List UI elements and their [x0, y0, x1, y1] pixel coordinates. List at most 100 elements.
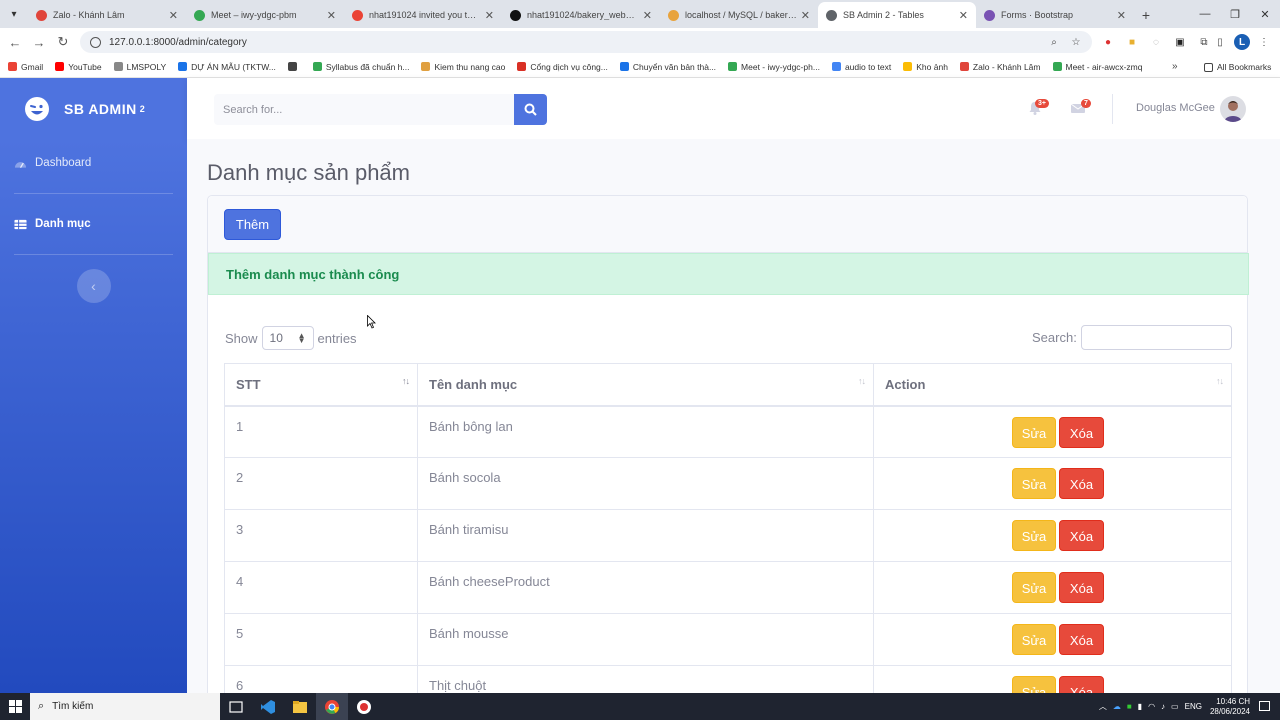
bookmark-item[interactable]: Zalo - Khánh Lâm	[959, 62, 1041, 72]
browser-tab[interactable]: Forms · Bootstrap ✕	[976, 2, 1134, 28]
column-header-name[interactable]: Tên danh mục ↑↓	[417, 363, 874, 407]
cell-stt: 1	[224, 405, 418, 458]
taskbar-search[interactable]: ⌕ Tìm kiếm	[30, 693, 220, 720]
clock[interactable]: 10:46 CH 28/06/2024	[1210, 697, 1250, 717]
tab-favicon-icon	[668, 9, 679, 21]
tab-close-icon[interactable]: ✕	[1117, 9, 1126, 22]
extension-icon[interactable]: ◌	[1148, 34, 1164, 50]
avatar[interactable]	[1220, 96, 1246, 122]
sidebar-item-dashboard[interactable]: Dashboard	[0, 141, 187, 185]
volume-icon[interactable]: ♪	[1161, 702, 1165, 711]
extension-icon[interactable]: ▣	[1172, 34, 1188, 50]
chrome-icon[interactable]	[316, 693, 348, 720]
bookmark-item[interactable]: YouTube	[55, 62, 102, 72]
tab-search-icon[interactable]: ▾	[0, 0, 28, 28]
cell-category-name: Bánh bông lan	[417, 405, 874, 458]
tab-close-icon[interactable]: ✕	[801, 9, 810, 22]
maximize-icon[interactable]: ❐	[1220, 0, 1250, 28]
back-icon[interactable]: ←	[3, 30, 27, 54]
edit-button[interactable]: Sửa	[1012, 624, 1056, 655]
forward-icon[interactable]: →	[27, 30, 51, 54]
windows-taskbar: ⌕ Tìm kiếm ︿ ☁ ■ ▮ ◠ ♪ ▭ ENG 10:46 CH 28…	[0, 693, 1280, 720]
extensions-puzzle-icon[interactable]: ⧉	[1196, 34, 1212, 50]
browser-menu-icon[interactable]: ⋮	[1256, 34, 1272, 50]
bookmark-item[interactable]: Chuyển văn bản thà...	[619, 61, 717, 72]
tab-close-icon[interactable]: ✕	[643, 9, 652, 22]
user-name[interactable]: Douglas McGee	[1136, 102, 1215, 114]
tray-app-icon[interactable]: ■	[1127, 702, 1132, 711]
column-header-stt[interactable]: STT ↑↓	[224, 363, 418, 407]
delete-button[interactable]: Xóa	[1059, 572, 1104, 603]
tab-close-icon[interactable]: ✕	[959, 9, 968, 22]
bookmark-item[interactable]: Meet - air-awcx-zmq	[1052, 62, 1142, 72]
tray-cloud-icon[interactable]: ☁	[1113, 702, 1121, 711]
window-close-icon[interactable]: ✕	[1250, 0, 1280, 28]
site-info-icon[interactable]	[90, 36, 101, 48]
edit-button[interactable]: Sửa	[1012, 468, 1056, 499]
browser-tab[interactable]: nhat191024/bakery_website ✕	[502, 2, 660, 28]
bookmark-item[interactable]: DỰ ÁN MẪU (TKTW...	[178, 62, 276, 72]
task-view-icon[interactable]	[220, 693, 252, 720]
all-bookmarks[interactable]: All Bookmarks	[1204, 62, 1271, 72]
profile-avatar-icon[interactable]: L	[1234, 34, 1250, 50]
file-explorer-icon[interactable]	[284, 693, 316, 720]
bookmark-item[interactable]: Kiem thu nang cao	[421, 62, 505, 72]
bookmark-item[interactable]: Meet - iwy-ydgc-ph...	[728, 62, 820, 72]
bookmark-item[interactable]: audio to text	[831, 62, 891, 72]
extension-icon[interactable]: ■	[1124, 34, 1140, 50]
delete-button[interactable]: Xóa	[1059, 520, 1104, 551]
language-indicator[interactable]: ENG	[1185, 702, 1202, 711]
browser-tab[interactable]: localhost / MySQL / bakery / ca ✕	[660, 2, 818, 28]
edit-button[interactable]: Sửa	[1012, 572, 1056, 603]
extension-icon[interactable]: ●	[1100, 34, 1116, 50]
windows-start-button[interactable]	[0, 693, 30, 720]
wifi-icon[interactable]: ◠	[1148, 702, 1155, 711]
tab-close-icon[interactable]: ✕	[327, 9, 336, 22]
recording-app-icon[interactable]	[348, 693, 380, 720]
reload-icon[interactable]: ↻	[51, 30, 75, 54]
delete-button[interactable]: Xóa	[1059, 416, 1104, 448]
notifications-icon[interactable]	[1259, 701, 1270, 711]
bookmark-item[interactable]: Kho ảnh	[903, 62, 948, 72]
browser-tab[interactable]: nhat191024 invited you to nhat ✕	[344, 2, 502, 28]
search-input[interactable]: Search for...	[214, 94, 514, 125]
zoom-icon[interactable]: ⌕	[1046, 34, 1062, 50]
bookmarks-bar: Gmail YouTube LMSPOLY DỰ ÁN MẪU (TKTW... Syl…	[0, 56, 1280, 78]
minimize-icon[interactable]: —	[1190, 0, 1220, 28]
clock-time: 10:46 CH	[1216, 696, 1250, 706]
tray-chevron-icon[interactable]: ︿	[1099, 701, 1107, 712]
address-bar[interactable]: 127.0.0.1:8000/admin/category	[80, 31, 1092, 53]
sidebar-toggle-button[interactable]: ‹	[76, 269, 111, 303]
bookmark-item[interactable]: Syllabus đã chuẩn h...	[312, 62, 409, 72]
browser-tab[interactable]: Zalo - Khánh Lâm ✕	[28, 2, 186, 28]
table-search-input[interactable]	[1081, 325, 1232, 350]
search-button[interactable]	[514, 94, 547, 125]
entries-select[interactable]: 10 ▲ ▼	[261, 326, 314, 350]
bookmark-label: Chuyển văn bản thà...	[632, 61, 717, 72]
bookmark-item[interactable]: Cổng dịch vụ công...	[517, 62, 608, 72]
sidebar-item-danh-muc[interactable]: Danh mục	[0, 202, 187, 246]
add-category-button[interactable]: Thêm	[224, 209, 281, 240]
cell-stt: 2	[224, 457, 418, 510]
vscode-icon[interactable]	[252, 693, 284, 720]
bookmark-item[interactable]	[287, 62, 301, 71]
browser-tab[interactable]: SB Admin 2 - Tables ✕	[818, 2, 976, 28]
tab-close-icon[interactable]: ✕	[169, 9, 178, 22]
bookmark-item[interactable]: Gmail	[8, 62, 43, 72]
tab-close-icon[interactable]: ✕	[485, 9, 494, 22]
new-tab-button[interactable]: +	[1134, 2, 1158, 28]
sidebar-brand[interactable]: SB ADMIN 2	[0, 78, 187, 139]
tray-mic-icon[interactable]: ▮	[1138, 702, 1142, 711]
delete-button[interactable]: Xóa	[1059, 624, 1104, 655]
column-header-action[interactable]: Action ↑↓	[873, 363, 1232, 407]
browser-tab[interactable]: Meet – iwy-ydgc-pbm ✕	[186, 2, 344, 28]
edit-button[interactable]: Sửa	[1012, 416, 1056, 448]
select-arrows-icon: ▲ ▼	[297, 331, 306, 345]
more-bookmarks-icon[interactable]: »	[1172, 61, 1178, 72]
sidepanel-icon[interactable]: ▯	[1212, 34, 1228, 50]
bookmark-star-icon[interactable]: ☆	[1068, 34, 1084, 50]
battery-icon[interactable]: ▭	[1171, 702, 1179, 711]
edit-button[interactable]: Sửa	[1012, 520, 1056, 551]
delete-button[interactable]: Xóa	[1059, 468, 1104, 499]
bookmark-item[interactable]: LMSPOLY	[113, 62, 166, 72]
